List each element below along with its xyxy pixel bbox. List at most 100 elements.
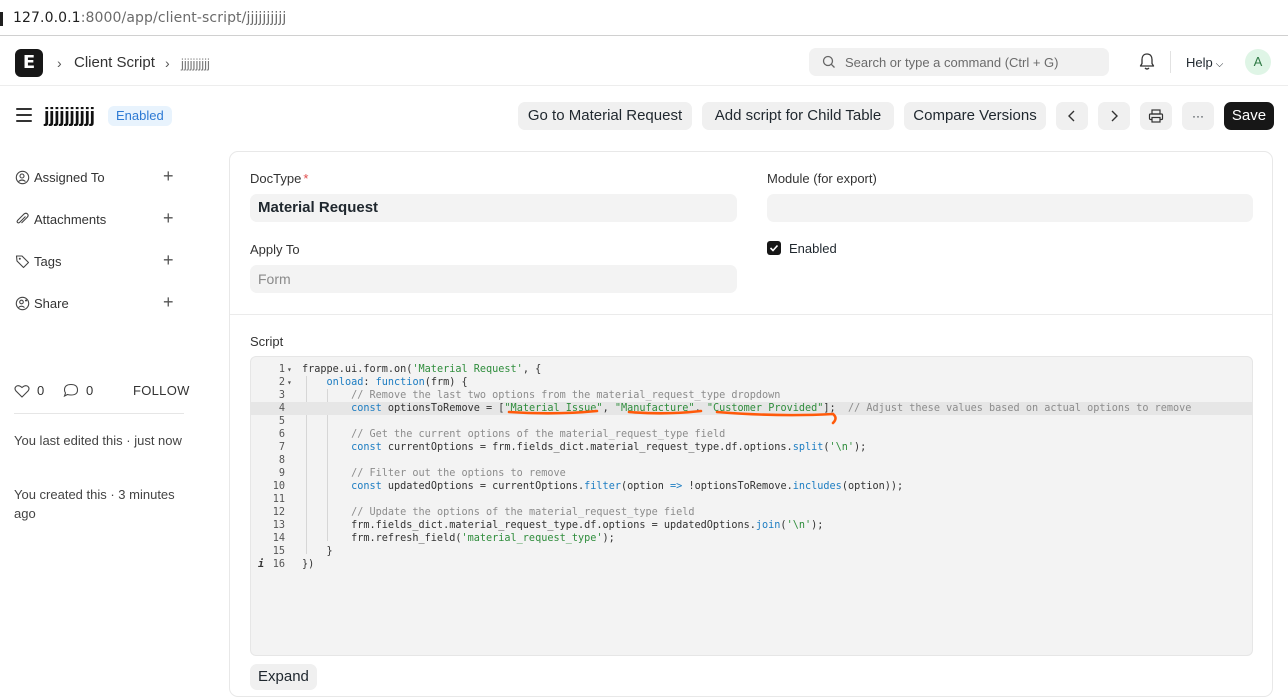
search-bar[interactable]: Search or type a command (Ctrl + G) — [809, 48, 1109, 76]
line-number: 15 — [272, 546, 285, 557]
next-doc-button[interactable] — [1098, 102, 1130, 130]
url-host: 127.0.0.1 — [13, 10, 81, 26]
doctype-field[interactable]: Material Request — [250, 194, 737, 222]
sidebar-item-label: Share — [34, 296, 69, 311]
add-icon[interactable]: + — [163, 166, 174, 187]
line-number: 8 — [278, 455, 285, 466]
module-field[interactable] — [767, 194, 1253, 222]
last-edited-text: You last edited this · just now — [14, 433, 182, 448]
chevron-left-icon — [1068, 110, 1075, 122]
previous-doc-button[interactable] — [1056, 102, 1088, 130]
sidebar-item-attachments[interactable]: Attachments + — [15, 208, 185, 230]
follow-button[interactable]: FOLLOW — [133, 383, 190, 398]
line-number: 3 — [278, 390, 285, 401]
print-button[interactable] — [1140, 102, 1172, 130]
window-edge — [0, 12, 3, 26]
line-number: 9 — [278, 468, 285, 479]
chevron-right-icon — [1111, 110, 1118, 122]
app-logo[interactable]: E — [15, 49, 43, 77]
code-line[interactable]: 12 // Update the options of the material… — [251, 506, 1252, 519]
line-number: 4 — [278, 403, 285, 414]
url-text[interactable]: 127.0.0.1:8000/app/client-script/jjjjjjj… — [13, 10, 286, 26]
save-button[interactable]: Save — [1224, 102, 1274, 130]
code-line[interactable]: 1 ▾ frappe.ui.form.on('Material Request', … — [251, 363, 1252, 376]
code-line[interactable]: 8 — [251, 454, 1252, 467]
comment-count: 0 — [86, 383, 94, 398]
code-line[interactable]: 11 — [251, 493, 1252, 506]
code-text: const optionsToRemove = ["Material Issue… — [351, 403, 1192, 414]
doctype-label: DocType * — [250, 171, 309, 186]
paperclip-icon — [16, 212, 29, 224]
code-line[interactable]: 5 — [251, 415, 1252, 428]
created-text: You created this · 3 minutes ago — [14, 487, 175, 521]
section-divider — [230, 314, 1272, 315]
more-actions-button[interactable]: ··· — [1182, 102, 1214, 130]
fold-arrow-icon[interactable]: ▾ — [287, 376, 292, 389]
line-number: 11 — [272, 494, 285, 505]
code-line[interactable]: 4 const optionsToRemove = ["Material Iss… — [251, 402, 1252, 415]
page-title: jjjjjjjjjj — [44, 105, 95, 127]
help-label: Help — [1186, 55, 1213, 70]
search-placeholder: Search or type a command (Ctrl + G) — [845, 55, 1059, 70]
apply-to-label: Apply To — [250, 242, 300, 257]
expand-button[interactable]: Expand — [250, 664, 317, 690]
code-text: onload: function(frm) { — [326, 377, 468, 388]
compare-versions-button[interactable]: Compare Versions — [904, 102, 1046, 130]
code-line[interactable]: 16 i}) — [251, 558, 1252, 571]
code-text: const updatedOptions = currentOptions.fi… — [351, 481, 904, 492]
fold-arrow-icon[interactable]: ▾ — [287, 363, 292, 376]
line-number: 13 — [272, 520, 285, 531]
code-line[interactable]: 2 ▾ onload: function(frm) { — [251, 376, 1252, 389]
sidebar-item-assigned-to[interactable]: Assigned To + — [15, 166, 185, 188]
avatar[interactable]: A — [1245, 49, 1271, 75]
breadcrumb-current[interactable]: jjjjjjjjjj — [181, 56, 210, 71]
code-text: // Filter out the options to remove — [351, 468, 566, 479]
code-line[interactable]: 3 // Remove the last two options from th… — [251, 389, 1252, 402]
code-text: // Update the options of the material_re… — [351, 507, 695, 518]
sidebar-item-share[interactable]: Share + — [15, 292, 185, 314]
tag-icon — [15, 255, 30, 269]
browser-url-bar[interactable]: 127.0.0.1:8000/app/client-script/jjjjjjj… — [0, 0, 1288, 36]
script-label: Script — [250, 334, 284, 349]
engagement-row: 0 0 FOLLOW — [14, 382, 189, 402]
module-label: Module (for export) — [767, 171, 877, 186]
user-assign-icon — [15, 170, 30, 185]
code-editor[interactable]: 1 ▾ frappe.ui.form.on('Material Request', … — [250, 356, 1253, 656]
add-icon[interactable]: + — [163, 250, 174, 271]
bell-icon[interactable] — [1138, 52, 1156, 72]
enabled-checkbox[interactable] — [767, 241, 781, 255]
code-line[interactable]: 7 const currentOptions = frm.fields_dict… — [251, 441, 1252, 454]
go-to-material-request-button[interactable]: Go to Material Request — [518, 102, 692, 130]
code-text: } — [302, 546, 333, 557]
code-line[interactable]: 9 // Filter out the options to remove — [251, 467, 1252, 480]
add-icon[interactable]: + — [163, 292, 174, 313]
sidebar-item-label: Attachments — [34, 212, 107, 227]
sidebar-item-label: Assigned To — [34, 170, 105, 185]
help-dropdown[interactable]: Help ⌵ — [1186, 55, 1223, 70]
line-number: 2 — [278, 377, 285, 388]
chevron-right-icon: › — [165, 55, 170, 71]
code-line[interactable]: 10 const updatedOptions = currentOptions… — [251, 480, 1252, 493]
add-icon[interactable]: + — [163, 208, 174, 229]
sidebar-item-label: Tags — [34, 254, 62, 269]
breadcrumb-client-script[interactable]: Client Script — [74, 54, 155, 71]
sidebar-divider — [14, 413, 184, 414]
search-icon — [822, 55, 835, 68]
sidebar-item-tags[interactable]: Tags + — [15, 250, 185, 272]
apply-to-field[interactable]: Form — [250, 265, 737, 293]
code-text: // Get the current options of the materi… — [351, 429, 726, 440]
heart-icon[interactable] — [14, 384, 30, 398]
code-line[interactable]: 15 } — [251, 545, 1252, 558]
comment-icon[interactable] — [63, 383, 79, 398]
code-text: frappe.ui.form.on('Material Request', { — [302, 364, 542, 375]
code-line[interactable]: 13 frm.fields_dict.material_request_type… — [251, 519, 1252, 532]
add-child-table-script-button[interactable]: Add script for Child Table — [702, 102, 894, 130]
info-icon[interactable]: i — [258, 558, 264, 571]
code-line[interactable]: 6 // Get the current options of the mate… — [251, 428, 1252, 441]
enabled-label: Enabled — [789, 241, 837, 256]
code-text: // Remove the last two options from the … — [351, 390, 781, 401]
code-text: }) — [302, 559, 315, 570]
nav-divider — [1170, 51, 1171, 73]
sidebar-toggle-icon[interactable] — [16, 108, 32, 124]
code-line[interactable]: 14 frm.refresh_field('material_request_t… — [251, 532, 1252, 545]
